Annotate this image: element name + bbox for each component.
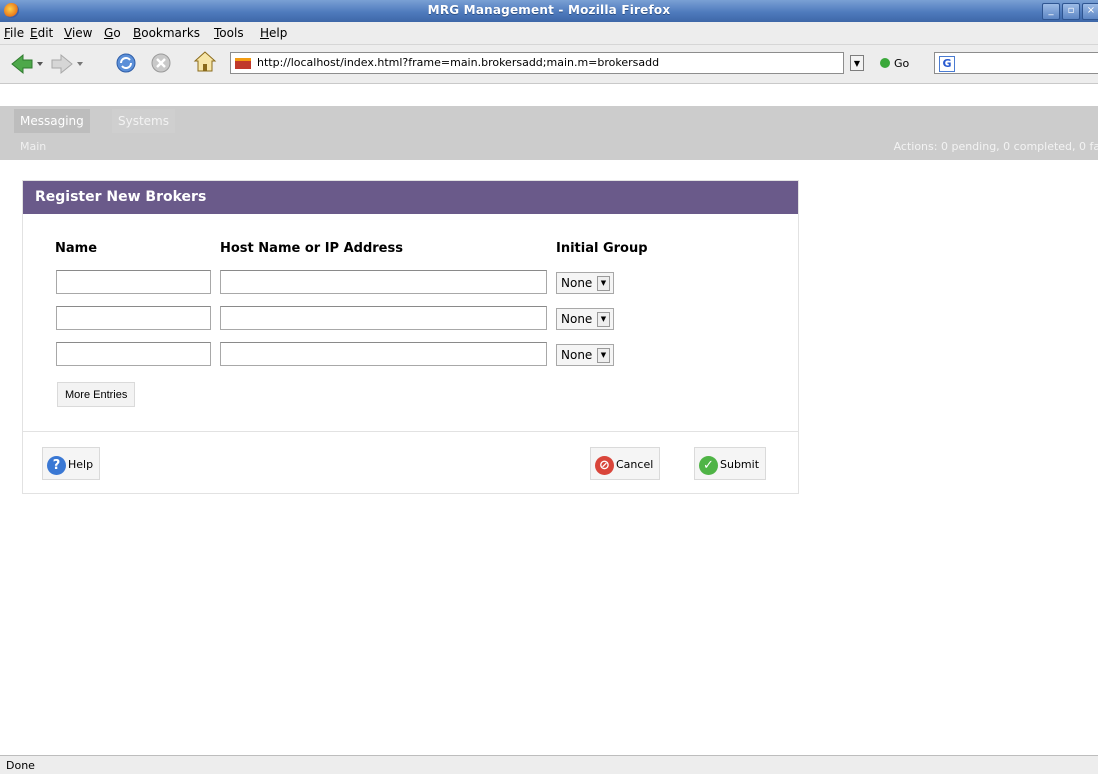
menu-help[interactable]: Help (260, 26, 287, 40)
menu-view[interactable]: View (64, 26, 92, 40)
back-icon[interactable] (10, 53, 44, 75)
divider (23, 431, 798, 432)
broker-name-input[interactable] (56, 270, 211, 294)
address-bar[interactable]: http://localhost/index.html?frame=main.b… (230, 52, 844, 74)
broker-name-input[interactable] (56, 342, 211, 366)
column-header-group: Initial Group (556, 241, 648, 256)
menu-file[interactable]: File (4, 26, 24, 40)
chevron-down-icon: ▼ (597, 312, 610, 327)
broker-host-input[interactable] (220, 306, 547, 330)
chevron-down-icon: ▼ (597, 276, 610, 291)
minimize-button[interactable]: _ (1042, 3, 1060, 20)
actions-status[interactable]: Actions: 0 pending, 0 completed, 0 faile… (894, 140, 1098, 153)
initial-group-select[interactable]: None ▼ (556, 344, 614, 366)
maximize-button[interactable]: ▫ (1062, 3, 1080, 20)
register-brokers-panel: Register New Brokers Name Host Name or I… (22, 180, 799, 494)
more-entries-button[interactable]: More Entries (57, 382, 136, 407)
go-button[interactable]: Go (880, 57, 909, 70)
help-icon: ? (47, 455, 66, 475)
window-titlebar: MRG Management - Mozilla Firefox _ ▫ × (0, 0, 1098, 22)
menu-tools[interactable]: Tools (214, 26, 244, 40)
broker-host-input[interactable] (220, 342, 547, 366)
help-button[interactable]: ? Help (42, 447, 101, 480)
forward-icon[interactable] (50, 53, 84, 75)
app-header: Messaging Systems Main Actions: 0 pendin… (0, 106, 1098, 160)
status-text: Done (6, 759, 35, 772)
close-button[interactable]: × (1082, 3, 1098, 20)
menu-edit[interactable]: Edit (30, 26, 53, 40)
navigation-toolbar: http://localhost/index.html?frame=main.b… (0, 45, 1098, 84)
google-search-icon: G (939, 56, 955, 72)
broker-name-input[interactable] (56, 306, 211, 330)
cancel-button[interactable]: ⊘ Cancel (590, 447, 661, 480)
initial-group-select[interactable]: None ▼ (556, 308, 614, 330)
column-header-name: Name (55, 241, 98, 256)
site-favicon-icon (235, 58, 251, 69)
address-dropdown-button[interactable]: ▼ (850, 55, 864, 71)
column-header-host: Host Name or IP Address (220, 241, 403, 256)
submit-button[interactable]: ✓ Submit (694, 447, 767, 480)
reload-icon[interactable] (114, 51, 138, 75)
stop-icon[interactable] (150, 52, 172, 74)
tab-systems[interactable]: Systems (112, 109, 175, 133)
cancel-icon: ⊘ (595, 455, 614, 475)
broker-host-input[interactable] (220, 270, 547, 294)
initial-group-select[interactable]: None ▼ (556, 272, 614, 294)
breadcrumb[interactable]: Main (20, 140, 46, 153)
address-url: http://localhost/index.html?frame=main.b… (257, 56, 660, 69)
tab-messaging[interactable]: Messaging (14, 109, 90, 133)
menu-go[interactable]: Go (104, 26, 121, 40)
checkmark-icon: ✓ (699, 455, 718, 475)
panel-title: Register New Brokers (23, 181, 798, 214)
window-title: MRG Management - Mozilla Firefox (427, 3, 671, 17)
status-bar: Done (0, 755, 1098, 774)
chevron-down-icon: ▼ (597, 348, 610, 363)
menu-bar: File Edit View Go Bookmarks Tools Help (0, 22, 1098, 45)
search-box[interactable]: G (934, 52, 1098, 74)
menu-bookmarks[interactable]: Bookmarks (133, 26, 200, 40)
home-icon[interactable] (193, 50, 217, 74)
go-icon (880, 58, 890, 68)
